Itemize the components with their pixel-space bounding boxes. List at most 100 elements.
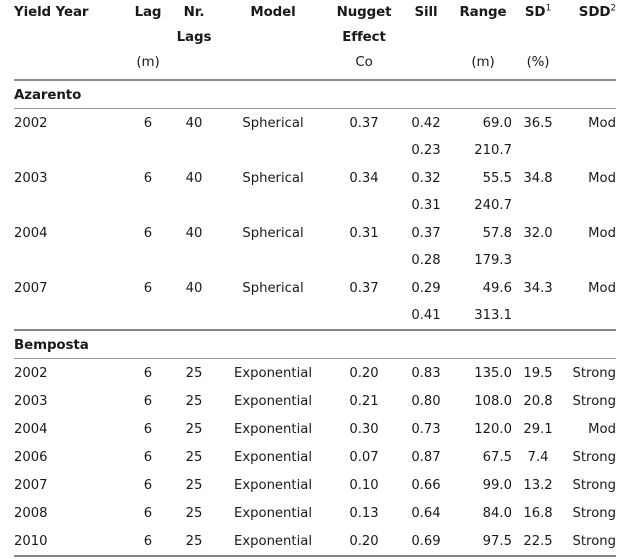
- cell-lag: 6: [143, 449, 153, 465]
- cell-range-secondary: 240.7: [474, 198, 512, 213]
- cell-sd: 34.8: [523, 170, 553, 186]
- column-header-spacer-sd: [514, 30, 562, 55]
- cell-lag: 6: [143, 115, 153, 131]
- cell-nlags-empty: [170, 302, 218, 329]
- table-row: 2003 6 25 Exponential 0.21 0.80 108.0 20…: [14, 387, 616, 415]
- column-header-spacer-range: [452, 30, 514, 55]
- cell-sdd: Strong: [572, 533, 616, 549]
- cell-model-empty: [218, 137, 328, 164]
- cell-nlags: 40: [185, 225, 203, 241]
- cell-nugget: 0.37: [349, 115, 379, 131]
- cell-sd: 22.5: [523, 533, 553, 549]
- unit-nugget-effect: Co: [355, 55, 373, 70]
- unit-sill: [400, 55, 452, 79]
- column-header-nugget: Nugget: [336, 5, 392, 20]
- footnote-marker-sd: 1: [545, 3, 552, 14]
- cell-lag-empty: [126, 192, 170, 219]
- cell-year-empty: [14, 247, 126, 274]
- cell-sill: 0.87: [411, 449, 441, 465]
- cell-nlags: 40: [185, 115, 203, 131]
- geostatistics-table: Yield Year Lag Nr. Model Nugget Sill Ran…: [14, 0, 616, 557]
- cell-lag-empty: [126, 247, 170, 274]
- group-title-azarento: Azarento: [14, 87, 82, 103]
- cell-year: 2002: [14, 115, 48, 131]
- table-row: 2007 6 40 Spherical 0.37 0.29 49.6 34.3 …: [14, 274, 616, 302]
- cell-model: Spherical: [242, 225, 304, 241]
- cell-model-empty: [218, 247, 328, 274]
- cell-sill: 0.69: [411, 533, 441, 549]
- cell-model: Spherical: [242, 115, 304, 131]
- column-header-range: Range: [459, 5, 507, 20]
- cell-range-secondary: 210.7: [474, 143, 512, 158]
- cell-sd: 20.8: [523, 393, 553, 409]
- cell-nugget: 0.37: [349, 280, 379, 296]
- cell-sill-secondary: 0.31: [411, 198, 441, 213]
- cell-lag: 6: [143, 421, 153, 437]
- cell-range-secondary: 179.3: [474, 253, 512, 268]
- table-row-continuation: 0.23 210.7: [14, 137, 616, 164]
- cell-sd: 19.5: [523, 365, 553, 381]
- cell-year: 2003: [14, 170, 48, 186]
- cell-nugget: 0.20: [349, 533, 379, 549]
- cell-sdd: Mod: [588, 170, 616, 186]
- cell-model: Exponential: [234, 393, 312, 409]
- cell-lag-empty: [126, 302, 170, 329]
- column-header-nugget-effect-cont: Effect: [342, 30, 386, 45]
- table-row: 2008 6 25 Exponential 0.13 0.64 84.0 16.…: [14, 499, 616, 527]
- cell-sill: 0.80: [411, 393, 441, 409]
- footnote-marker-sdd: 2: [610, 3, 616, 14]
- cell-year: 2003: [14, 393, 48, 409]
- column-header-yield-year: Yield Year: [14, 5, 89, 20]
- cell-sd: 34.3: [523, 280, 553, 296]
- table-row-continuation: 0.28 179.3: [14, 247, 616, 274]
- column-header-sill: Sill: [414, 5, 438, 20]
- cell-nlags: 25: [185, 477, 203, 493]
- column-header-sdd-label: SDD: [578, 5, 611, 20]
- cell-range-secondary: 313.1: [474, 308, 512, 323]
- column-header-sdd: SDD2: [562, 0, 616, 30]
- cell-nugget: 0.31: [349, 225, 379, 241]
- cell-sdd-empty: [562, 137, 616, 164]
- cell-lag: 6: [143, 477, 153, 493]
- cell-model: Exponential: [234, 533, 312, 549]
- header-row-secondary: Lags Effect: [14, 30, 616, 55]
- cell-range: 69.0: [482, 115, 512, 131]
- group-header-row-azarento: Azarento: [14, 81, 616, 108]
- cell-sd-empty: [514, 302, 562, 329]
- unit-sdd: [562, 55, 616, 79]
- cell-sdd: Strong: [572, 505, 616, 521]
- cell-lag: 6: [143, 533, 153, 549]
- cell-sdd: Mod: [588, 225, 616, 241]
- cell-year: 2004: [14, 421, 48, 437]
- column-header-sd-label: SD: [524, 5, 546, 20]
- cell-year-empty: [14, 137, 126, 164]
- cell-sill: 0.66: [411, 477, 441, 493]
- cell-sd-empty: [514, 247, 562, 274]
- cell-sill: 0.64: [411, 505, 441, 521]
- cell-nugget: 0.20: [349, 365, 379, 381]
- cell-nugget: 0.34: [349, 170, 379, 186]
- cell-nugget-empty: [328, 247, 400, 274]
- cell-model: Exponential: [234, 421, 312, 437]
- unit-model: [218, 55, 328, 79]
- cell-range: 57.8: [482, 225, 512, 241]
- table-row-continuation: 0.41 313.1: [14, 302, 616, 329]
- table-row: 2002 6 40 Spherical 0.37 0.42 69.0 36.5 …: [14, 109, 616, 137]
- cell-nlags: 25: [185, 505, 203, 521]
- cell-sdd: Mod: [588, 421, 616, 437]
- cell-range: 120.0: [474, 421, 512, 437]
- cell-sdd-empty: [562, 247, 616, 274]
- cell-year: 2010: [14, 533, 48, 549]
- table-row: 2004 6 40 Spherical 0.31 0.37 57.8 32.0 …: [14, 219, 616, 247]
- header-row-units: (m) Co (m) (%): [14, 55, 616, 79]
- cell-nlags-empty: [170, 247, 218, 274]
- cell-range: 108.0: [474, 393, 512, 409]
- cell-nugget-empty: [328, 137, 400, 164]
- cell-range: 49.6: [482, 280, 512, 296]
- table-body: Azarento 2002 6 40 Spherical 0.37 0.42 6…: [14, 79, 616, 557]
- table-row-continuation: 0.31 240.7: [14, 192, 616, 219]
- cell-sdd: Mod: [588, 280, 616, 296]
- cell-range: 55.5: [482, 170, 512, 186]
- table-row: 2006 6 25 Exponential 0.07 0.87 67.5 7.4…: [14, 443, 616, 471]
- cell-nlags-empty: [170, 137, 218, 164]
